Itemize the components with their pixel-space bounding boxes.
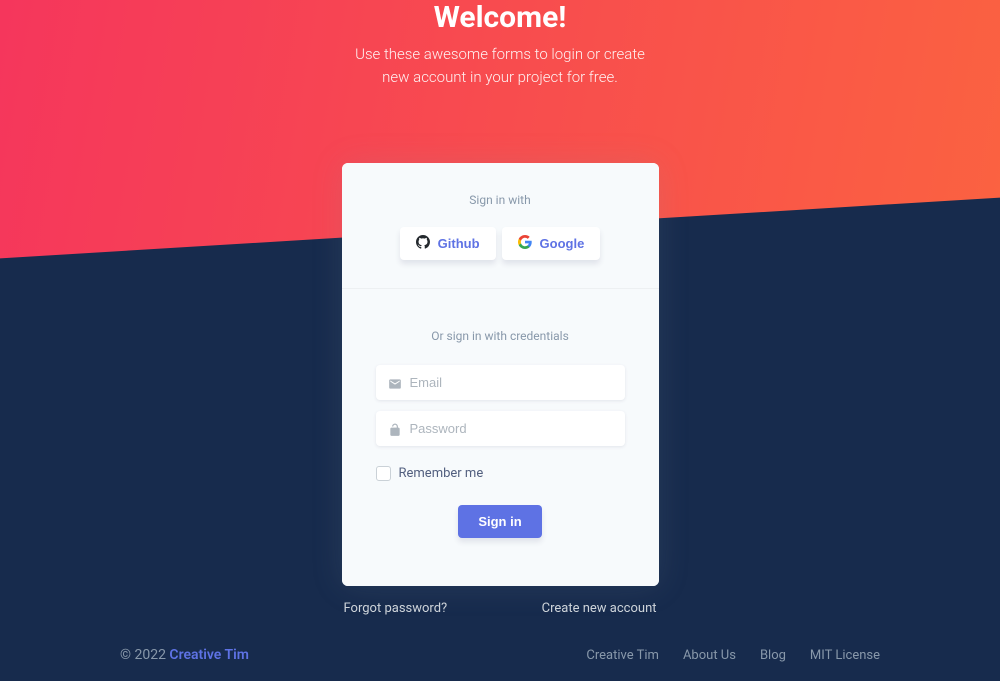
email-icon — [388, 376, 402, 390]
footer-link-blog[interactable]: Blog — [760, 648, 786, 663]
footer-brand-link[interactable]: Creative Tim — [169, 647, 248, 663]
signin-with-label: Sign in with — [362, 193, 639, 207]
content-wrapper: Welcome! Use these awesome forms to logi… — [0, 0, 1000, 616]
github-label: Github — [438, 236, 480, 251]
footer-link-mit-license[interactable]: MIT License — [810, 648, 880, 663]
github-button[interactable]: Github — [400, 227, 496, 260]
signin-card: Sign in with Github Google Or sign in wi… — [342, 163, 659, 586]
lock-icon — [388, 422, 402, 436]
google-label: Google — [540, 236, 585, 251]
page-subtitle: Use these awesome forms to login or crea… — [345, 43, 655, 88]
signin-button[interactable]: Sign in — [458, 505, 541, 538]
remember-me-wrap: Remember me — [376, 466, 625, 481]
footer-link-about-us[interactable]: About Us — [683, 648, 736, 663]
footer-nav: Creative Tim About Us Blog MIT License — [586, 648, 880, 663]
welcome-header: Welcome! Use these awesome forms to logi… — [345, 0, 655, 88]
remember-label: Remember me — [399, 466, 484, 481]
card-links: Forgot password? Create new account — [342, 601, 659, 616]
password-input-group — [376, 411, 625, 446]
google-icon — [518, 235, 532, 252]
forgot-password-link[interactable]: Forgot password? — [344, 601, 448, 616]
github-icon — [416, 235, 430, 252]
google-button[interactable]: Google — [502, 227, 601, 260]
page-title: Welcome! — [345, 0, 655, 35]
footer-link-creative-tim[interactable]: Creative Tim — [586, 648, 659, 663]
credentials-label: Or sign in with credentials — [376, 329, 625, 343]
copyright-text: © 2022 — [120, 647, 169, 663]
card-body: Or sign in with credentials Remember me … — [342, 289, 659, 586]
card-header: Sign in with Github Google — [342, 163, 659, 289]
email-input[interactable] — [376, 365, 625, 400]
footer: © 2022 Creative Tim Creative Tim About U… — [0, 647, 1000, 663]
email-input-group — [376, 365, 625, 400]
create-account-link[interactable]: Create new account — [542, 601, 657, 616]
footer-copyright: © 2022 Creative Tim — [120, 647, 249, 663]
social-buttons: Github Google — [362, 227, 639, 260]
remember-checkbox[interactable] — [376, 466, 391, 481]
password-input[interactable] — [376, 411, 625, 446]
